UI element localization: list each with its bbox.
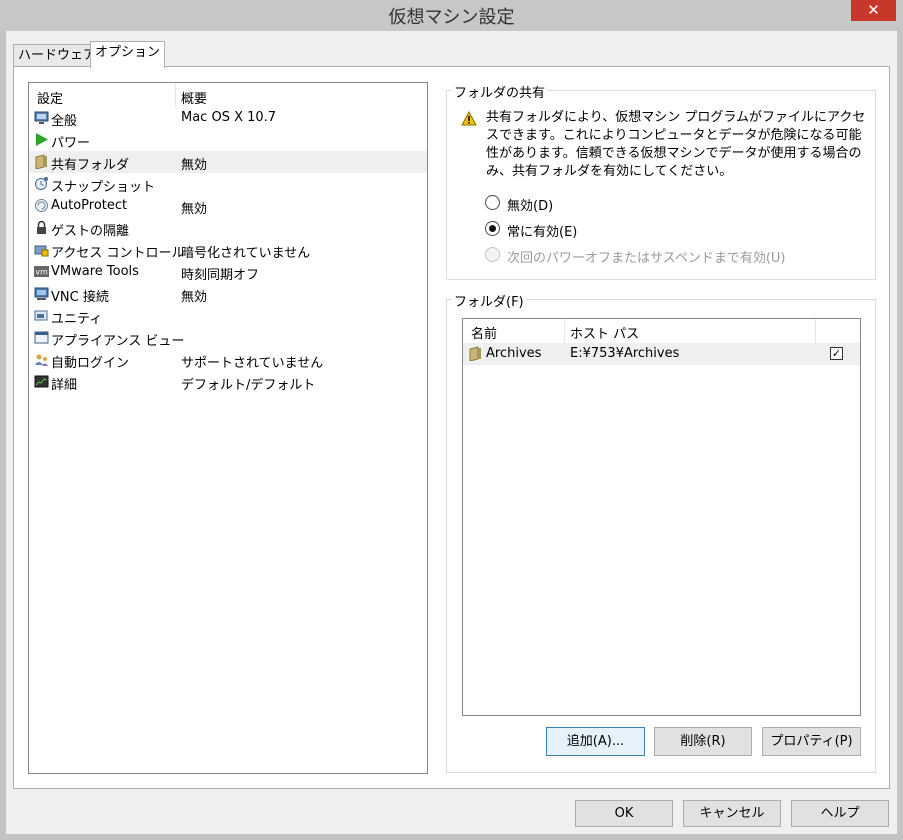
unity-icon bbox=[34, 310, 48, 321]
folder-sharing-legend: フォルダの共有 bbox=[452, 82, 548, 101]
autoprotect-icon bbox=[35, 199, 48, 212]
settings-row-shared-folders[interactable]: 共有フォルダ 無効 bbox=[29, 151, 427, 173]
radio-disabled[interactable] bbox=[485, 195, 500, 210]
radio-always-enabled[interactable] bbox=[485, 221, 500, 236]
guest-isolation-lock-icon bbox=[37, 220, 46, 234]
shared-folder-icon bbox=[469, 346, 481, 361]
folder-enabled-checkbox[interactable]: ✓ bbox=[830, 347, 843, 360]
settings-row-appliance-view[interactable]: アプライアンス ビュー bbox=[29, 327, 427, 349]
folders-legend: フォルダ(F) bbox=[452, 291, 526, 310]
warning-icon bbox=[461, 111, 477, 126]
settings-row-guest-isolation[interactable]: ゲストの隔離 bbox=[29, 217, 427, 239]
add-folder-button[interactable]: 追加(A)... bbox=[546, 727, 645, 756]
settings-list-header: 設定 概要 bbox=[29, 83, 427, 107]
power-play-icon bbox=[36, 133, 48, 146]
folders-group: フォルダ(F) 名前 ホスト パス Archives E:¥753¥Archiv… bbox=[446, 291, 876, 773]
options-tab-panel: 設定 概要 全般 Mac OS X 10.7 パワー 共有フォルダ 無効 スナッ… bbox=[13, 66, 890, 789]
title-bar: 仮想マシン設定 ✕ bbox=[0, 0, 903, 31]
folder-table[interactable]: 名前 ホスト パス Archives E:¥753¥Archives ✓ bbox=[462, 318, 861, 716]
ok-button[interactable]: OK bbox=[575, 800, 673, 827]
settings-list[interactable]: 設定 概要 全般 Mac OS X 10.7 パワー 共有フォルダ 無効 スナッ… bbox=[28, 82, 428, 774]
column-header-summary[interactable]: 概要 bbox=[181, 88, 207, 107]
column-header-host-path[interactable]: ホスト パス bbox=[570, 323, 639, 342]
folder-sharing-group: フォルダの共有 共有フォルダにより、仮想マシン プログラムがファイルにアクセスで… bbox=[446, 82, 876, 280]
settings-row-advanced[interactable]: 詳細 デフォルト/デフォルト bbox=[29, 371, 427, 393]
shared-folder-icon bbox=[35, 154, 47, 169]
settings-row-general[interactable]: 全般 Mac OS X 10.7 bbox=[29, 107, 427, 129]
cancel-button[interactable]: キャンセル bbox=[683, 800, 781, 827]
snapshot-icon bbox=[35, 177, 48, 190]
vnc-icon bbox=[34, 287, 49, 300]
settings-row-unity[interactable]: ユニティ bbox=[29, 305, 427, 327]
sharing-warning-text: 共有フォルダにより、仮想マシン プログラムがファイルにアクセスできます。これによ… bbox=[486, 110, 866, 179]
remove-folder-button[interactable]: 削除(R) bbox=[654, 727, 752, 756]
autologin-users-icon bbox=[35, 354, 48, 366]
column-header-name[interactable]: 名前 bbox=[471, 323, 497, 342]
monitor-icon bbox=[34, 111, 49, 124]
settings-row-autoprotect[interactable]: AutoProtect 無効 bbox=[29, 195, 427, 217]
dialog-body: ハードウェア オプション 設定 概要 全般 Mac OS X 10.7 パワー … bbox=[6, 31, 897, 834]
close-button[interactable]: ✕ bbox=[851, 0, 896, 21]
column-header-setting[interactable]: 設定 bbox=[37, 88, 63, 107]
tab-options[interactable]: オプション bbox=[90, 41, 166, 68]
settings-row-power[interactable]: パワー bbox=[29, 129, 427, 151]
folder-row[interactable]: Archives E:¥753¥Archives ✓ bbox=[463, 343, 860, 365]
settings-row-snapshots[interactable]: スナップショット bbox=[29, 173, 427, 195]
radio-until-poweroff bbox=[485, 247, 500, 262]
folder-table-header: 名前 ホスト パス bbox=[463, 319, 860, 343]
vmware-tools-icon: vm bbox=[34, 266, 49, 277]
folder-properties-button[interactable]: プロパティ(P) bbox=[762, 727, 861, 756]
settings-row-vnc[interactable]: VNC 接続 無効 bbox=[29, 283, 427, 305]
access-control-icon bbox=[34, 245, 49, 257]
settings-row-access-control[interactable]: アクセス コントロール 暗号化されていません bbox=[29, 239, 427, 261]
advanced-icon bbox=[34, 375, 49, 388]
appliance-view-icon bbox=[34, 331, 49, 344]
settings-row-vmware-tools[interactable]: vm VMware Tools 時刻同期オフ bbox=[29, 261, 427, 283]
settings-row-autologin[interactable]: 自動ログイン サポートされていません bbox=[29, 349, 427, 371]
tab-hardware[interactable]: ハードウェア bbox=[13, 44, 102, 67]
svg-text:vm: vm bbox=[35, 268, 48, 277]
help-button[interactable]: ヘルプ bbox=[791, 800, 889, 827]
window-title: 仮想マシン設定 bbox=[388, 7, 515, 28]
